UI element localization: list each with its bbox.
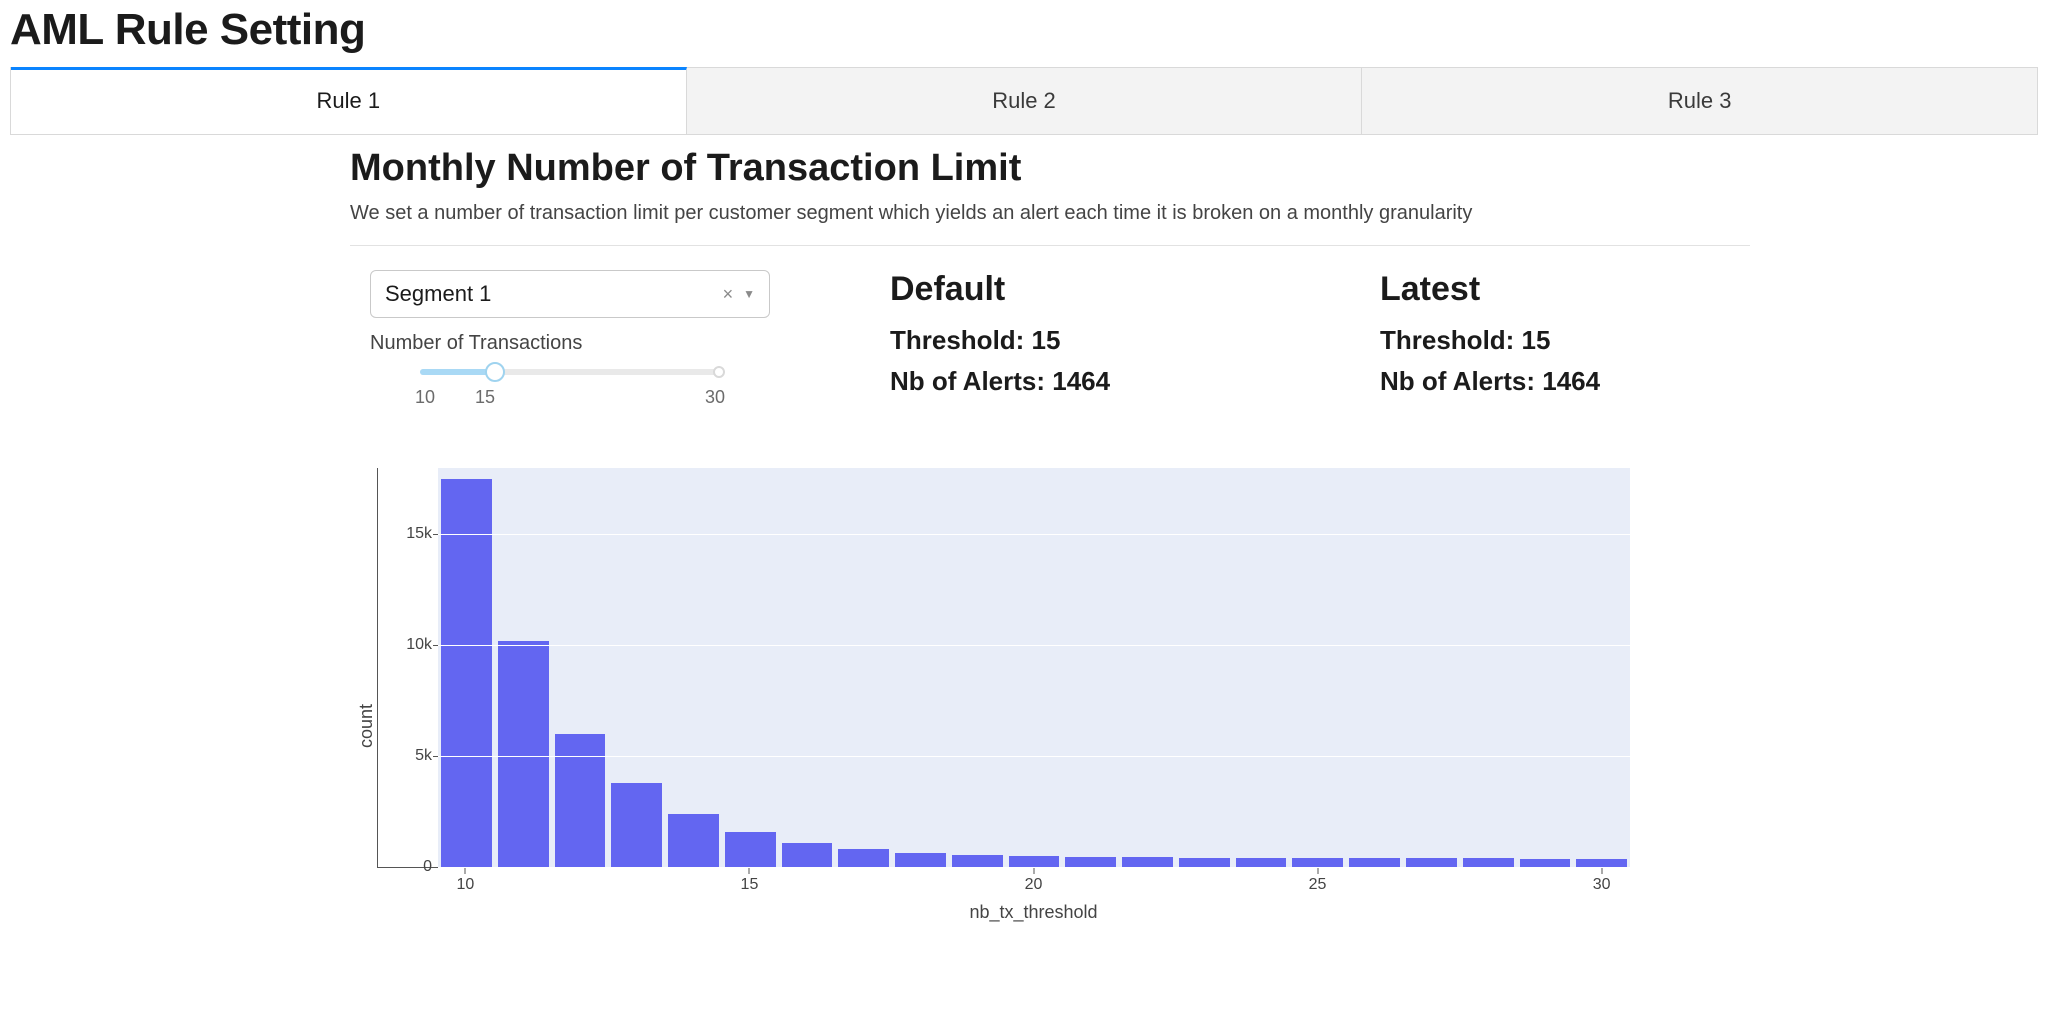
chart-bar	[555, 734, 606, 867]
chart-bar	[1236, 858, 1287, 867]
latest-alerts: Nb of Alerts: 1464	[1380, 366, 1750, 397]
chart-bar	[1463, 858, 1514, 867]
latest-threshold: Threshold: 15	[1380, 325, 1750, 356]
chart-bar	[611, 783, 662, 867]
tab-rule-3[interactable]: Rule 3	[1362, 67, 2037, 134]
chart-bar	[1009, 856, 1060, 867]
chart-bar	[1292, 858, 1343, 867]
chart-xlabel: nb_tx_threshold	[437, 902, 1630, 923]
default-threshold: Threshold: 15	[890, 325, 1260, 356]
chart-bar	[1065, 857, 1116, 867]
chevron-down-icon[interactable]: ▼	[743, 287, 755, 301]
chart-bar	[1576, 859, 1627, 867]
chart-bar	[838, 849, 889, 867]
chart-ylabel: count	[350, 468, 377, 923]
transactions-slider[interactable]: 10 15 30	[420, 369, 720, 408]
divider	[350, 245, 1750, 246]
slider-label: Number of Transactions	[370, 332, 770, 355]
chart-gridline	[438, 756, 1630, 757]
chart-y-tick: 0	[423, 858, 432, 876]
tab-rule-1[interactable]: Rule 1	[11, 67, 687, 134]
slider-max-label: 30	[705, 387, 725, 408]
page-title: AML Rule Setting	[10, 5, 2038, 55]
chart-bar	[441, 479, 492, 867]
chart-bar	[1122, 857, 1173, 867]
chart-x-axis: 10 15 20 25 30	[437, 868, 1630, 898]
chart-gridline	[438, 534, 1630, 535]
default-title: Default	[890, 270, 1260, 309]
chart-bar	[952, 855, 1003, 867]
slider-end-cap	[713, 366, 725, 378]
chart-x-tick: 20	[1025, 876, 1043, 894]
slider-fill	[420, 369, 495, 375]
chart-bar	[782, 843, 833, 867]
tabs-bar: Rule 1Rule 2Rule 3	[10, 67, 2038, 135]
chart-bar	[498, 641, 549, 867]
histogram-chart: count 0 5k 10k 15k 10 15 20 25 30 nb_tx_thresho…	[350, 468, 1630, 923]
chart-bar	[895, 853, 946, 867]
slider-thumb[interactable]	[485, 362, 505, 382]
slider-value-label: 15	[475, 387, 495, 408]
section-title: Monthly Number of Transaction Limit	[350, 147, 1750, 190]
chart-bar	[1406, 858, 1457, 867]
chart-bar	[1349, 858, 1400, 867]
section-description: We set a number of transaction limit per…	[350, 202, 1750, 225]
chart-x-tick: 15	[741, 876, 759, 894]
chart-bar	[725, 832, 776, 867]
chart-bars	[438, 468, 1630, 867]
chart-x-tick: 10	[456, 876, 474, 894]
default-alerts: Nb of Alerts: 1464	[890, 366, 1260, 397]
slider-track	[420, 369, 720, 375]
chart-x-tick: 30	[1593, 876, 1611, 894]
segment-select[interactable]: Segment 1 × ▼	[370, 270, 770, 318]
chart-y-tick: 10k	[406, 636, 432, 654]
chart-bar	[668, 814, 719, 867]
latest-title: Latest	[1380, 270, 1750, 309]
segment-select-value: Segment 1	[385, 281, 491, 307]
slider-min-label: 10	[415, 387, 435, 408]
chart-y-tick: 5k	[415, 747, 432, 765]
chart-bar	[1179, 858, 1230, 867]
chart-y-axis: 05k10k15k	[378, 468, 438, 867]
tab-rule-2[interactable]: Rule 2	[687, 67, 1363, 134]
chart-x-tick: 25	[1309, 876, 1327, 894]
clear-icon[interactable]: ×	[723, 284, 734, 305]
chart-gridline	[438, 645, 1630, 646]
chart-y-tick: 15k	[406, 525, 432, 543]
chart-bar	[1520, 859, 1571, 867]
